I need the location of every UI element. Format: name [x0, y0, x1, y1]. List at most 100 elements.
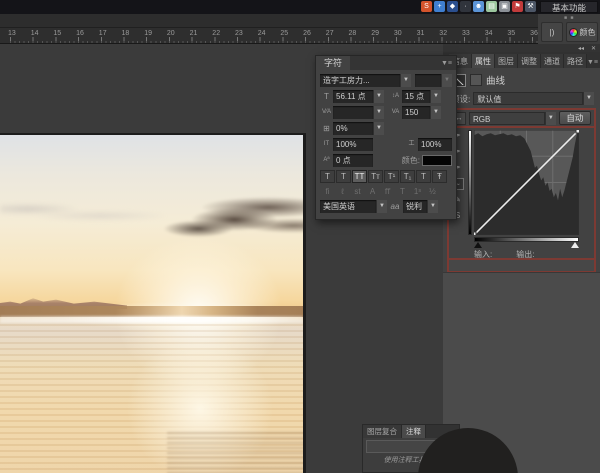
- character-panel-titlebar[interactable]: 字符 ▼≡: [316, 56, 456, 70]
- kerning-field[interactable]: [333, 106, 373, 119]
- font-size-field[interactable]: 56.11 点: [333, 90, 373, 103]
- tab-通道[interactable]: 通道: [541, 54, 564, 68]
- font-family-field[interactable]: 造字工房力...: [320, 74, 400, 87]
- ruler-number: 33: [462, 30, 470, 37]
- anti-alias-icon: aa: [387, 200, 403, 213]
- color-wheel-icon: [569, 28, 578, 37]
- ruler-number: 26: [303, 30, 311, 37]
- tab-图层[interactable]: 图层: [495, 54, 518, 68]
- person-icon[interactable]: ☻: [473, 1, 484, 12]
- char-style-button-7[interactable]: Ŧ: [432, 170, 447, 183]
- ruler-number: 28: [349, 30, 357, 37]
- ruler-number: 23: [235, 30, 243, 37]
- document-canvas[interactable]: [0, 133, 306, 473]
- chevron-down-icon[interactable]: ▼: [373, 90, 384, 103]
- char-opentype-button-7: ½: [425, 186, 440, 197]
- tracking-icon: VA: [389, 106, 402, 119]
- dock-header: ◂◂ ✕: [443, 44, 600, 52]
- text-color-swatch[interactable]: [422, 155, 452, 166]
- close-panel-icon[interactable]: ✕: [591, 45, 596, 52]
- char-opentype-button-5: T: [395, 186, 410, 197]
- panel-icon-well: ■ ■ |) 颜色: [538, 14, 600, 44]
- workspace-switcher-button[interactable]: 基本功能: [540, 1, 598, 13]
- tab-调整[interactable]: 调整: [518, 54, 541, 68]
- language-field[interactable]: 美国英语: [320, 200, 376, 213]
- black-point-slider[interactable]: [474, 242, 482, 248]
- char-style-button-1[interactable]: T: [336, 170, 351, 183]
- leading-icon: ↕A: [389, 90, 402, 103]
- char-opentype-button-2: st: [350, 186, 365, 197]
- swirl-logo-icon[interactable]: S: [421, 1, 432, 12]
- blue-plus-icon[interactable]: +: [434, 1, 445, 12]
- curve-node-highlights: [576, 130, 579, 133]
- proportional-spacing-field[interactable]: 0%: [333, 122, 373, 135]
- auto-button[interactable]: 自动: [559, 111, 591, 125]
- chevron-down-icon[interactable]: ▼: [373, 106, 384, 119]
- tracking-field[interactable]: 150: [402, 106, 430, 119]
- panel-menu-icon[interactable]: ▼≡: [587, 59, 600, 68]
- brush-presets-icon: |): [550, 28, 555, 37]
- wrench-icon[interactable]: ⚒: [525, 1, 536, 12]
- char-opentype-button-1: ℓ: [335, 186, 350, 197]
- flag-icon[interactable]: ⚑: [512, 1, 523, 12]
- panel-menu-icon[interactable]: ▼≡: [441, 60, 456, 67]
- curves-plot[interactable]: [474, 130, 579, 235]
- chevron-down-icon[interactable]: ▼: [430, 90, 441, 103]
- chevron-down-icon[interactable]: ▼: [400, 74, 411, 87]
- char-style-button-2[interactable]: TT: [352, 170, 367, 183]
- dark-ripples: [167, 432, 306, 473]
- vertical-scale-icon: IT: [320, 138, 333, 151]
- char-style-button-5[interactable]: T₁: [400, 170, 415, 183]
- ruler-number: 36: [530, 30, 538, 37]
- ruler-number: 31: [417, 30, 425, 37]
- char-style-button-0[interactable]: T: [320, 170, 335, 183]
- chevron-down-icon[interactable]: ▼: [427, 200, 438, 213]
- color-panel-button[interactable]: 颜色: [566, 22, 598, 42]
- preset-dropdown[interactable]: 默认值 ▼: [473, 92, 594, 105]
- gray-app-icon[interactable]: ▣: [499, 1, 510, 12]
- char-opentype-button-3: A: [365, 186, 380, 197]
- chevron-down-icon[interactable]: ▼: [430, 106, 441, 119]
- dark-app-icon[interactable]: ·: [460, 1, 471, 12]
- channel-dropdown[interactable]: RGB ▼: [469, 112, 556, 125]
- dark-cloud: [103, 186, 306, 247]
- tab-属性[interactable]: 属性: [472, 54, 495, 68]
- ruler-number: 17: [99, 30, 107, 37]
- clip-to-layer-icon[interactable]: [470, 74, 482, 86]
- horizontal-scale-field[interactable]: 100%: [418, 138, 452, 151]
- char-style-button-3[interactable]: Tᴛ: [368, 170, 383, 183]
- tool-options-bar: [0, 14, 600, 28]
- horizon-band: [0, 306, 303, 317]
- white-point-slider[interactable]: [571, 242, 579, 248]
- character-panel-tab[interactable]: 字符: [316, 56, 350, 70]
- leading-field[interactable]: 15 点: [402, 90, 430, 103]
- curve-node-shadows: [474, 232, 476, 235]
- baseline-shift-icon: Aª: [320, 154, 333, 167]
- chevron-down-icon[interactable]: ▼: [583, 92, 594, 105]
- chevron-down-icon[interactable]: ▼: [545, 112, 556, 125]
- char-opentype-button-6: 1ˢ: [410, 186, 425, 197]
- char-style-button-6[interactable]: T: [416, 170, 431, 183]
- tab-图层复合[interactable]: 图层复合: [363, 425, 402, 438]
- tab-路径[interactable]: 路径: [564, 54, 587, 68]
- annotation-box-curve: ✒✒✒~✎S 输入: 输出:: [447, 126, 596, 260]
- anti-alias-field[interactable]: 锐利: [403, 200, 427, 213]
- page-icon[interactable]: ▤: [486, 1, 497, 12]
- chevron-down-icon[interactable]: ▼: [376, 200, 387, 213]
- font-style-field[interactable]: [415, 74, 441, 87]
- chevron-down-icon[interactable]: ▼: [441, 74, 452, 87]
- tab-注释[interactable]: 注释: [402, 425, 426, 438]
- ruler: 1314151617181920212223242526272829303132…: [0, 28, 538, 44]
- collapse-panels-icon[interactable]: ◂◂: [578, 45, 584, 52]
- properties-tab-bar: 信息属性图层调整通道路径▼≡: [443, 52, 600, 68]
- baseline-shift-field[interactable]: 0 点: [333, 154, 373, 167]
- brush-presets-panel-button[interactable]: |): [541, 22, 563, 42]
- chevron-down-icon[interactable]: ▼: [373, 122, 384, 135]
- photoshop-window: S+◆·☻▤▣⚑⚒ 基本功能 1314151617181920212223242…: [0, 0, 600, 473]
- char-style-button-4[interactable]: T¹: [384, 170, 399, 183]
- vertical-scale-field[interactable]: 100%: [333, 138, 373, 151]
- font-size-icon: T: [320, 90, 333, 103]
- curves-grid[interactable]: [474, 130, 579, 235]
- ruler-number: 29: [371, 30, 379, 37]
- navy-app-icon[interactable]: ◆: [447, 1, 458, 12]
